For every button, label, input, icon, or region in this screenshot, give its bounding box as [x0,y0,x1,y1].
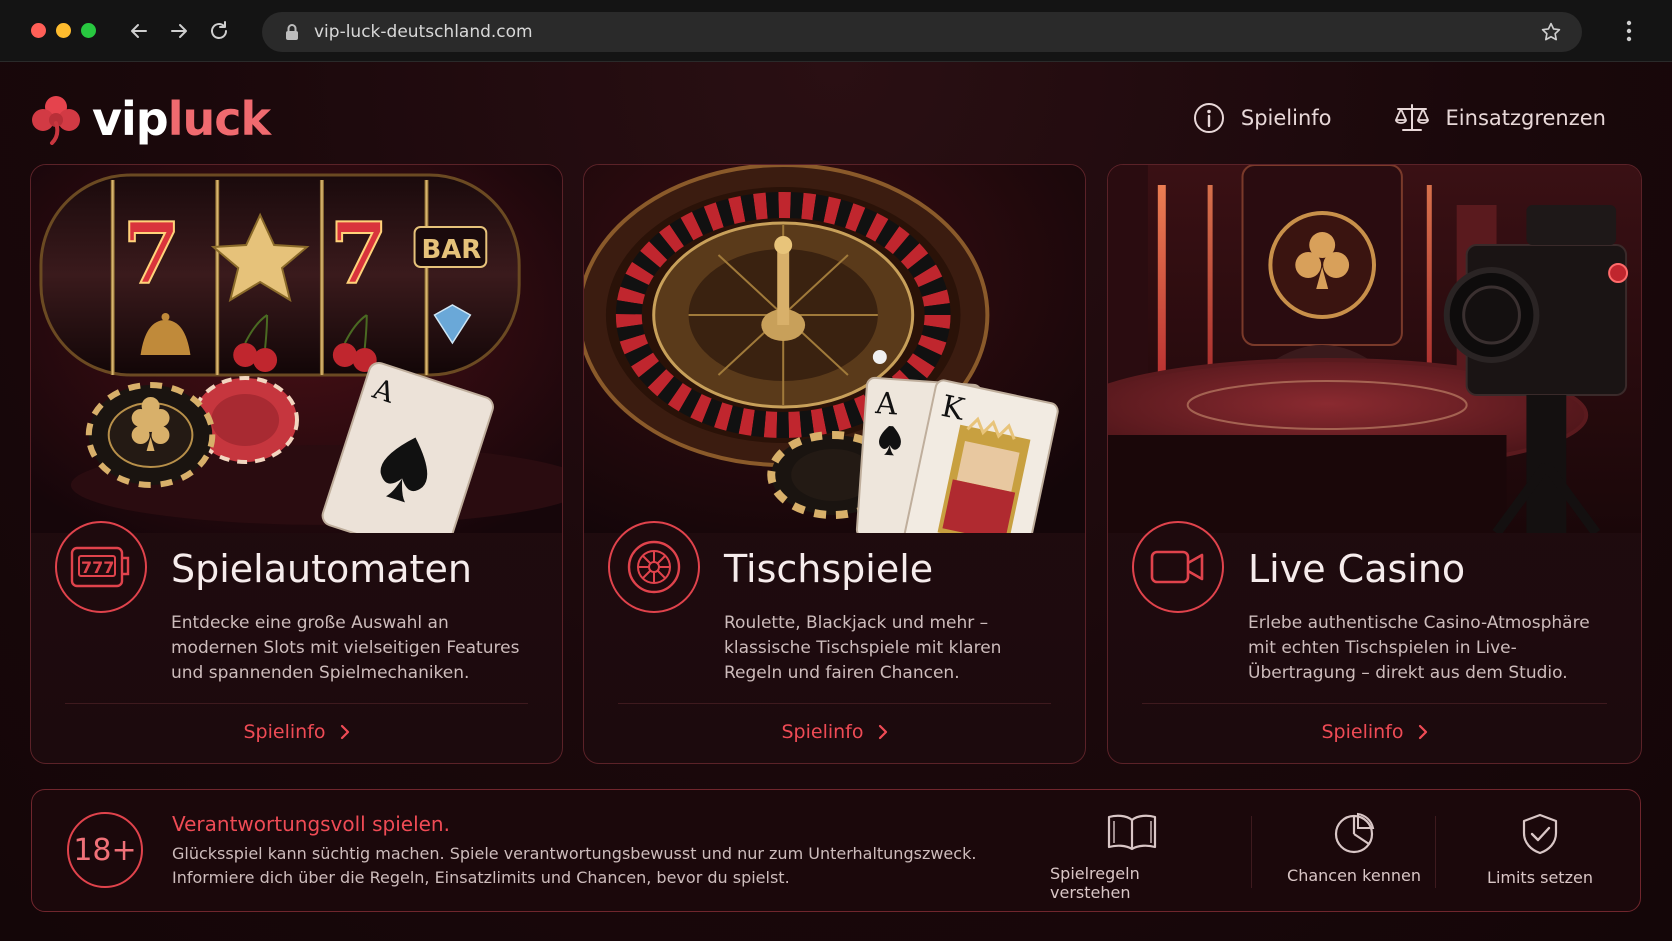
card-description: Entdecke eine große Auswahl an modernen … [171,613,520,683]
card-divider [1142,703,1607,704]
window-controls [31,23,96,38]
roulette-image: A K [584,165,1085,533]
video-camera-icon [1150,550,1204,584]
bookmark-star-icon[interactable] [1540,21,1562,43]
card-spielinfo-link[interactable]: Spielinfo [1108,721,1641,743]
card-link-label: Spielinfo [781,721,864,743]
reload-button[interactable] [208,20,230,42]
responsible-gaming-box: 18+ Verantwortungsvoll spielen. Glückssp… [31,789,1641,912]
card-spielinfo-link[interactable]: Spielinfo [31,721,562,743]
age-restriction-badge: 18+ [67,812,143,888]
reel-symbol-seven-1: 7 [123,204,181,303]
roulette-badge [608,521,700,613]
chevron-right-icon [878,724,887,740]
responsible-text: Glücksspiel kann süchtig machen. Spiele … [172,844,977,887]
card-title: Live Casino [1248,547,1466,591]
top-navigation: Spielinfo Einsatzgrenzen [1193,102,1606,134]
card-link-label: Spielinfo [1321,721,1404,743]
card-description: Erlebe authentische Casino-Atmosphäre mi… [1248,613,1590,683]
minimize-window-button[interactable] [56,23,71,38]
reload-icon [211,20,227,39]
logo-vip: vip [92,92,169,146]
kebab-menu-icon[interactable] [1626,20,1632,42]
clover-logo-icon [32,96,80,145]
nav-spielinfo[interactable]: Spielinfo [1193,102,1332,134]
feature-separator [1435,816,1436,888]
feature-label: Spielregeln verstehen [1050,864,1140,902]
card-link-label: Spielinfo [243,721,326,743]
scale-icon [1394,104,1429,131]
url-text: vip-luck-deutschland.com [314,22,533,42]
back-button[interactable] [128,20,150,42]
card-spielinfo-link[interactable]: Spielinfo [584,721,1085,743]
roulette-icon [627,540,681,594]
feature-spielregeln[interactable]: Spielregeln verstehen [1050,812,1214,902]
svg-text:777: 777 [81,558,114,577]
address-bar[interactable]: vip-luck-deutschland.com [262,12,1582,52]
nav-einsatzgrenzen-label: Einsatzgrenzen [1445,106,1606,130]
shield-check-icon [1522,813,1558,855]
arrow-right-icon [171,23,187,38]
card-live-casino[interactable]: Live Casino Erlebe authentische Casino-A… [1107,164,1642,764]
maximize-window-button[interactable] [81,23,96,38]
video-camera-badge [1132,521,1224,613]
card-title: Tischspiele [724,547,934,591]
logo-wordmark: vipluck [92,92,271,146]
info-icon [1193,103,1224,133]
pie-chart-icon [1334,812,1375,854]
card-tischspiele[interactable]: A K Tischspiele Roulette, Blackjack und … [583,164,1086,764]
page-content: vipluck Spielinfo Einsatzgrenzen 7 7 BAR… [0,62,1672,941]
site-logo[interactable]: vipluck [30,92,271,146]
book-icon [1107,814,1157,851]
ace-rank: A [873,386,898,423]
responsible-title: Verantwortungsvoll spielen. [172,812,450,836]
reel-symbol-seven-2: 7 [330,204,388,303]
logo-luck: luck [167,92,271,146]
live-studio-image [1108,165,1641,533]
card-divider [618,703,1051,704]
chevron-right-icon [1418,724,1427,740]
nav-einsatzgrenzen[interactable]: Einsatzgrenzen [1394,103,1606,133]
feature-chancen[interactable]: Chancen kennen [1274,812,1434,885]
slot-machine-badge: 777 [55,521,147,613]
slot-machine-image: 7 7 BAR A [31,165,562,533]
card-divider [65,703,528,704]
reel-symbol-bar: BAR [422,235,482,265]
card-description: Roulette, Blackjack und mehr – klassisch… [724,613,1002,683]
feature-label: Limits setzen [1487,868,1593,887]
nav-spielinfo-label: Spielinfo [1240,106,1332,130]
arrow-left-icon [131,23,147,38]
slot-machine-icon: 777 [70,546,130,588]
lock-icon [286,24,298,40]
browser-toolbar: vip-luck-deutschland.com [0,0,1672,62]
feature-separator [1251,816,1252,888]
feature-limits[interactable]: Limits setzen [1460,812,1620,887]
forward-button[interactable] [168,20,190,42]
card-title: Spielautomaten [171,547,472,591]
feature-label: Chancen kennen [1287,866,1421,885]
card-spielautomaten[interactable]: 7 7 BAR A 777 Spielautomaten Entdecke ei… [30,164,563,764]
close-window-button[interactable] [31,23,46,38]
chevron-right-icon [340,724,349,740]
